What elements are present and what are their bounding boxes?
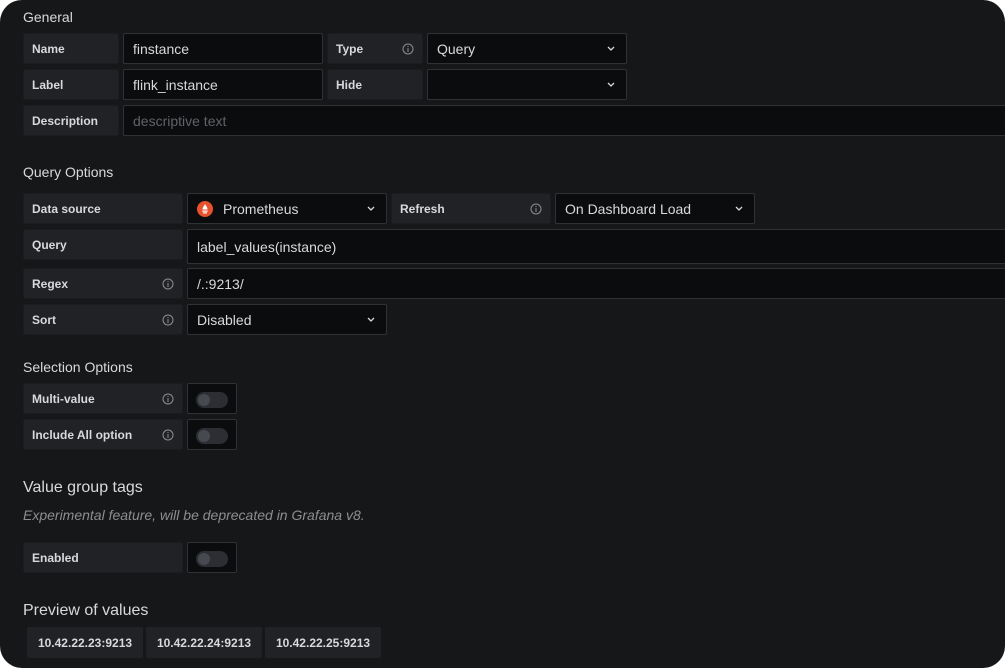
tags-enabled-switch-container	[187, 542, 237, 573]
sort-label-text: Sort	[32, 312, 56, 327]
info-icon[interactable]	[162, 278, 174, 290]
refresh-label-text: Refresh	[400, 201, 445, 216]
chevron-down-icon	[607, 82, 615, 87]
description-label: Description	[23, 105, 119, 136]
hide-select[interactable]	[427, 69, 627, 100]
type-label: Type	[327, 33, 423, 64]
chevron-down-icon	[367, 206, 375, 211]
include-all-switch-container	[187, 419, 237, 450]
regex-label: Regex	[23, 268, 183, 299]
label-input[interactable]: flink_instance	[123, 69, 323, 100]
type-select[interactable]: Query	[427, 33, 627, 64]
name-input[interactable]: finstance	[123, 33, 323, 64]
preview-value-chip: 10.42.22.25:9213	[265, 627, 381, 658]
datasource-label: Data source	[23, 193, 183, 224]
regex-input[interactable]: /.:9213/	[187, 268, 1005, 299]
refresh-label: Refresh	[391, 193, 551, 224]
section-selection-options-title: Selection Options	[23, 359, 133, 375]
include-all-label: Include All option	[23, 419, 183, 450]
switch-knob	[198, 394, 210, 406]
include-all-label-text: Include All option	[32, 427, 133, 442]
name-label: Name	[23, 33, 119, 64]
preview-value-chip: 10.42.22.24:9213	[146, 627, 262, 658]
datasource-select-value: Prometheus	[223, 200, 299, 217]
switch-knob	[198, 553, 210, 565]
chevron-down-icon	[367, 317, 375, 322]
sort-select-value: Disabled	[197, 311, 252, 328]
refresh-select-value: On Dashboard Load	[565, 200, 692, 217]
prometheus-icon	[197, 200, 213, 217]
info-icon[interactable]	[162, 429, 174, 441]
info-icon[interactable]	[530, 203, 542, 215]
multi-value-label-text: Multi-value	[32, 391, 95, 406]
section-query-options-title: Query Options	[23, 164, 114, 180]
variable-editor: General Name finstance Type Query Label …	[0, 0, 1005, 668]
tags-enabled-label: Enabled	[23, 542, 183, 573]
value-group-tags-note: Experimental feature, will be deprecated…	[23, 507, 365, 523]
multi-value-label: Multi-value	[23, 383, 183, 414]
info-icon[interactable]	[162, 314, 174, 326]
regex-label-text: Regex	[32, 276, 69, 291]
type-label-text: Type	[336, 41, 364, 56]
query-input[interactable]: label_values(instance)	[187, 229, 1005, 264]
hide-label: Hide	[327, 69, 423, 100]
section-value-group-tags-title: Value group tags	[23, 479, 143, 496]
info-icon[interactable]	[402, 43, 414, 55]
chevron-down-icon	[607, 46, 615, 51]
sort-label: Sort	[23, 304, 183, 335]
include-all-switch[interactable]	[196, 428, 228, 444]
description-input[interactable]: descriptive text	[123, 105, 1005, 136]
sort-select[interactable]: Disabled	[187, 304, 387, 335]
section-preview-title: Preview of values	[23, 602, 149, 619]
datasource-select[interactable]: Prometheus	[187, 193, 387, 224]
chevron-down-icon	[735, 206, 743, 211]
tags-enabled-switch[interactable]	[196, 551, 228, 567]
label-label: Label	[23, 69, 119, 100]
refresh-select[interactable]: On Dashboard Load	[555, 193, 755, 224]
multi-value-switch[interactable]	[196, 392, 228, 408]
section-general-title: General	[23, 9, 73, 25]
type-select-value: Query	[437, 40, 476, 57]
info-icon[interactable]	[162, 393, 174, 405]
query-label: Query	[23, 229, 183, 260]
multi-value-switch-container	[187, 383, 237, 414]
preview-value-chip: 10.42.22.23:9213	[27, 627, 143, 658]
switch-knob	[198, 430, 210, 442]
